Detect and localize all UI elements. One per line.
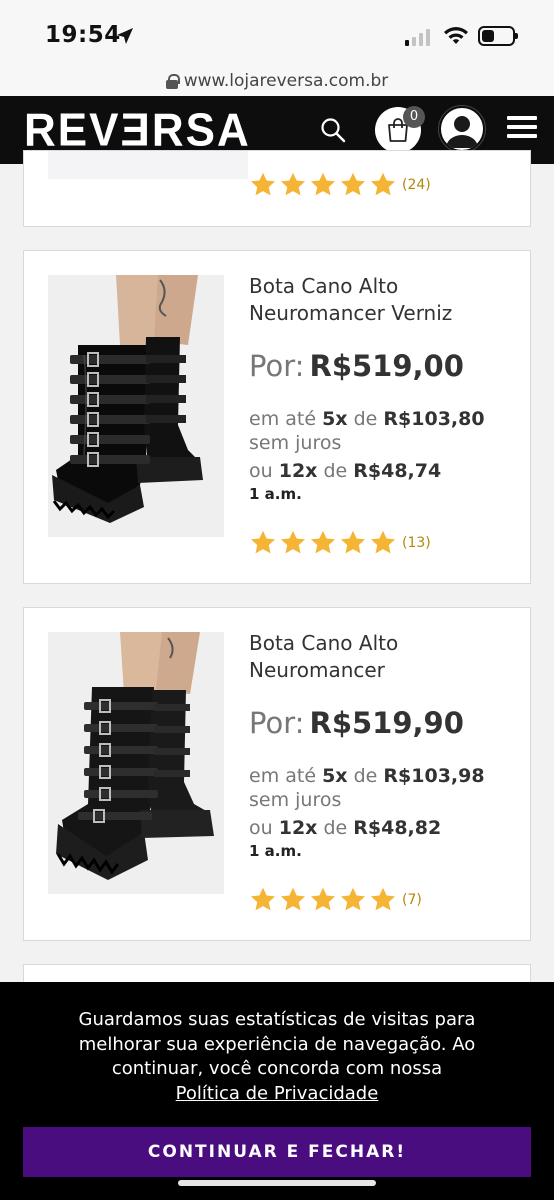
rating-count: (7): [402, 891, 422, 908]
product-card[interactable]: Bota Cano Alto Neuromancer Por: R$519,90…: [23, 607, 531, 941]
star-icon: [249, 886, 277, 913]
product-card[interactable]: (24): [23, 150, 531, 227]
star-icon: [369, 529, 397, 556]
star-icon: [249, 171, 277, 198]
product-rating: (24): [249, 171, 431, 198]
product-price: Por: R$519,90: [249, 706, 464, 740]
product-name[interactable]: Bota Cano Alto Neuromancer Verniz: [249, 273, 519, 327]
installment-alt-line: ou 12x de R$48,74: [249, 460, 442, 482]
star-icon: [309, 529, 337, 556]
product-image[interactable]: [48, 151, 248, 179]
cookie-message: Guardamos suas estatísticas de visitas p…: [78, 1009, 476, 1104]
user-avatar-icon: [446, 116, 478, 148]
star-icon: [279, 886, 307, 913]
star-icon: [279, 171, 307, 198]
star-icon: [339, 886, 367, 913]
installment-alt-line: ou 12x de R$48,82: [249, 817, 442, 839]
star-icon: [369, 886, 397, 913]
interest-note: 1 a.m.: [249, 842, 302, 860]
product-rating: (7): [249, 886, 422, 913]
interest-note: 1 a.m.: [249, 485, 302, 503]
price-value: R$519,90: [309, 706, 464, 740]
product-image[interactable]: [48, 275, 224, 537]
cart-count-badge: 0: [403, 106, 425, 128]
price-label: Por:: [249, 349, 305, 383]
star-icon: [249, 529, 277, 556]
star-icon: [279, 529, 307, 556]
price-value: R$519,00: [309, 349, 464, 383]
installment-line: em até 5x de R$103,98: [249, 765, 485, 787]
product-rating: (13): [249, 529, 431, 556]
installment-line: em até 5x de R$103,80: [249, 408, 485, 430]
star-icon: [339, 171, 367, 198]
search-icon[interactable]: [320, 117, 346, 143]
product-name[interactable]: Bota Cano Alto Neuromancer: [249, 630, 469, 684]
star-icon: [339, 529, 367, 556]
star-icon: [309, 886, 337, 913]
battery-icon: [478, 26, 518, 46]
status-time: 19:54: [45, 22, 121, 48]
cell-signal-icon: [405, 28, 430, 46]
product-price: Por: R$519,00: [249, 349, 464, 383]
cookie-banner: Guardamos suas estatísticas de visitas p…: [0, 982, 554, 1200]
browser-url-bar[interactable]: www.lojareversa.com.br: [0, 66, 554, 96]
wifi-icon: [444, 27, 468, 44]
location-arrow-icon: [117, 28, 133, 44]
installment-suffix: sem juros: [249, 789, 342, 811]
lock-icon: [165, 73, 180, 89]
accept-cookies-button[interactable]: CONTINUAR E FECHAR!: [23, 1127, 531, 1177]
status-bar: 19:54: [0, 0, 554, 66]
installment-suffix: sem juros: [249, 432, 342, 454]
rating-count: (24): [402, 176, 431, 193]
price-label: Por:: [249, 706, 305, 740]
url-text: www.lojareversa.com.br: [183, 71, 389, 91]
user-account-button[interactable]: [438, 105, 486, 153]
product-image[interactable]: [48, 632, 224, 894]
rating-count: (13): [402, 534, 431, 551]
star-icon: [309, 171, 337, 198]
home-indicator: [178, 1180, 376, 1186]
hamburger-menu-icon[interactable]: [507, 116, 537, 142]
product-card[interactable]: Bota Cano Alto Neuromancer Verniz Por: R…: [23, 250, 531, 584]
privacy-policy-link[interactable]: Política de Privacidade: [176, 1083, 379, 1104]
star-icon: [369, 171, 397, 198]
